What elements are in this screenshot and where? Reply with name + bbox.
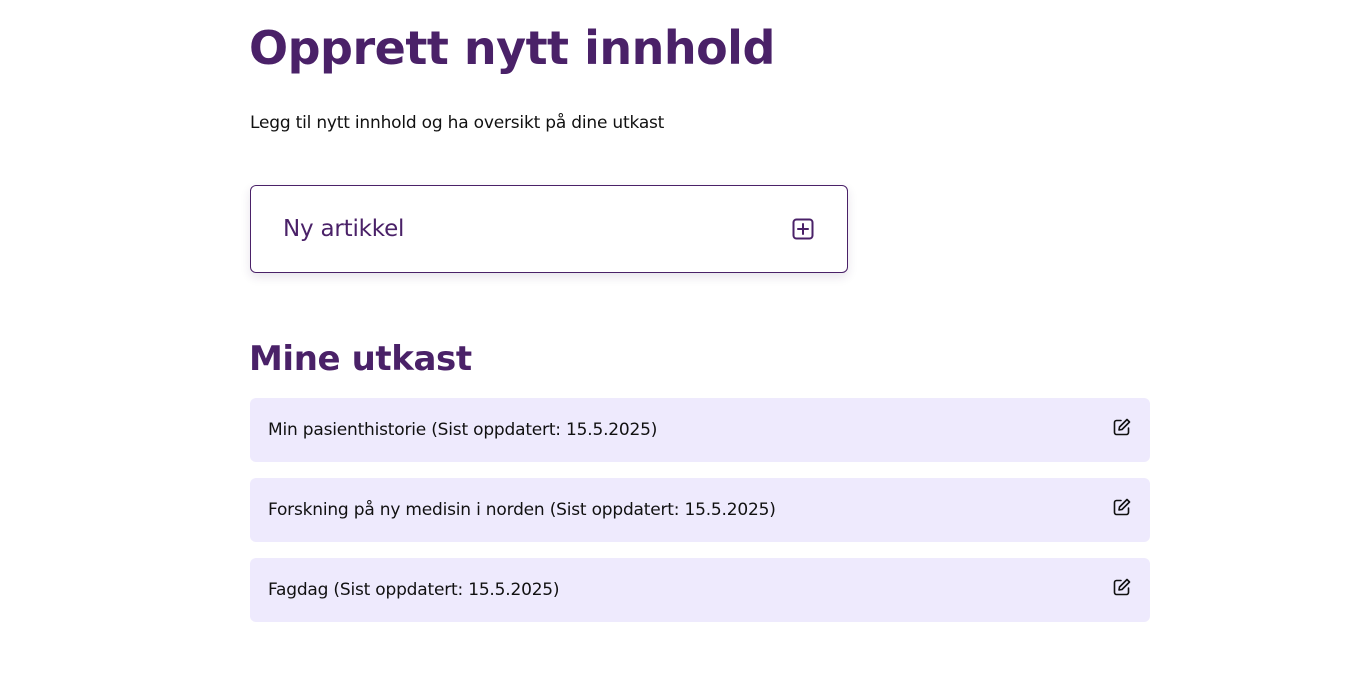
new-article-button[interactable]: Ny artikkel [250, 185, 848, 273]
edit-icon[interactable] [1112, 577, 1132, 597]
page: Opprett nytt innhold Legg til nytt innho… [0, 0, 1359, 700]
edit-icon[interactable] [1112, 497, 1132, 517]
plus-square-icon [791, 217, 815, 241]
new-article-label: Ny artikkel [283, 216, 405, 242]
draft-item-label: Fagdag (Sist oppdatert: 15.5.2025) [268, 580, 560, 600]
draft-item[interactable]: Min pasienthistorie (Sist oppdatert: 15.… [250, 398, 1150, 462]
drafts-title: Mine utkast [249, 339, 472, 379]
draft-list: Min pasienthistorie (Sist oppdatert: 15.… [250, 398, 1150, 638]
edit-icon[interactable] [1112, 417, 1132, 437]
draft-item[interactable]: Forskning på ny medisin i norden (Sist o… [250, 478, 1150, 542]
draft-item[interactable]: Fagdag (Sist oppdatert: 15.5.2025) [250, 558, 1150, 622]
page-intro: Legg til nytt innhold og ha oversikt på … [250, 113, 665, 133]
draft-item-label: Forskning på ny medisin i norden (Sist o… [268, 500, 776, 520]
page-title: Opprett nytt innhold [249, 21, 775, 75]
draft-item-label: Min pasienthistorie (Sist oppdatert: 15.… [268, 420, 658, 440]
